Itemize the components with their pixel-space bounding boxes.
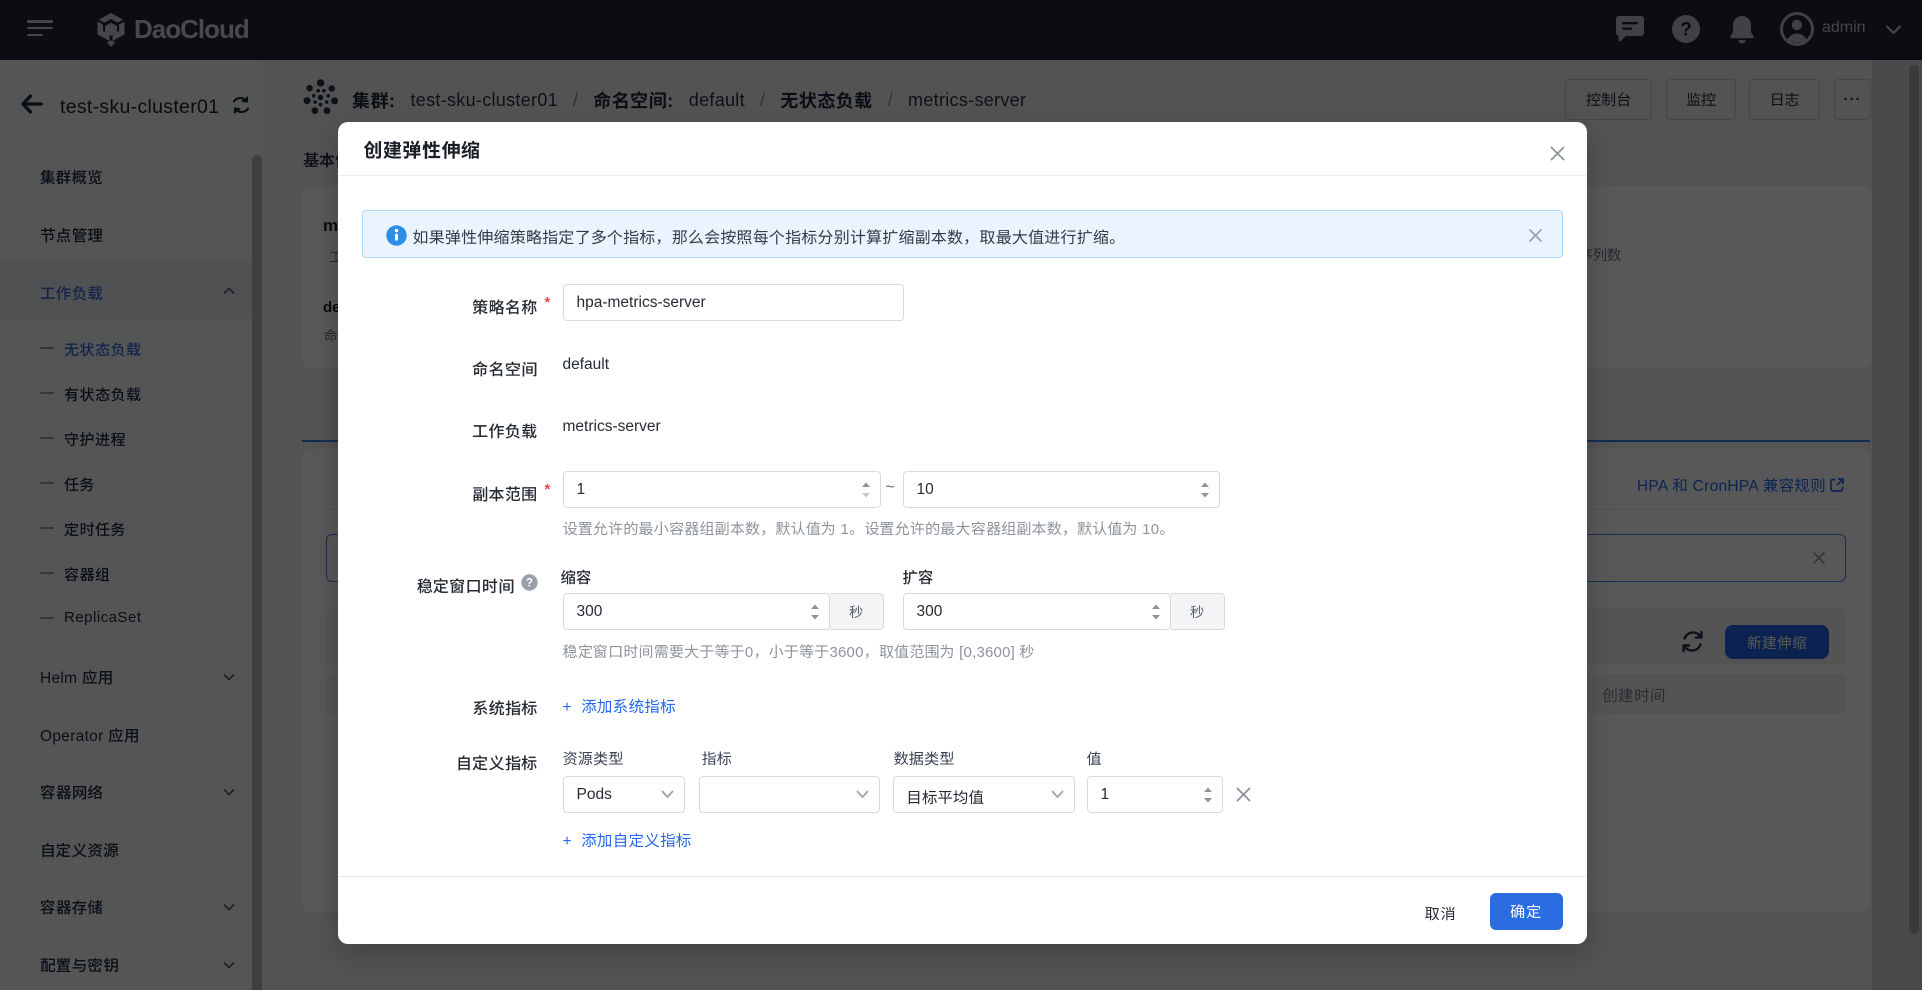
svg-text:?: ?	[525, 578, 532, 590]
